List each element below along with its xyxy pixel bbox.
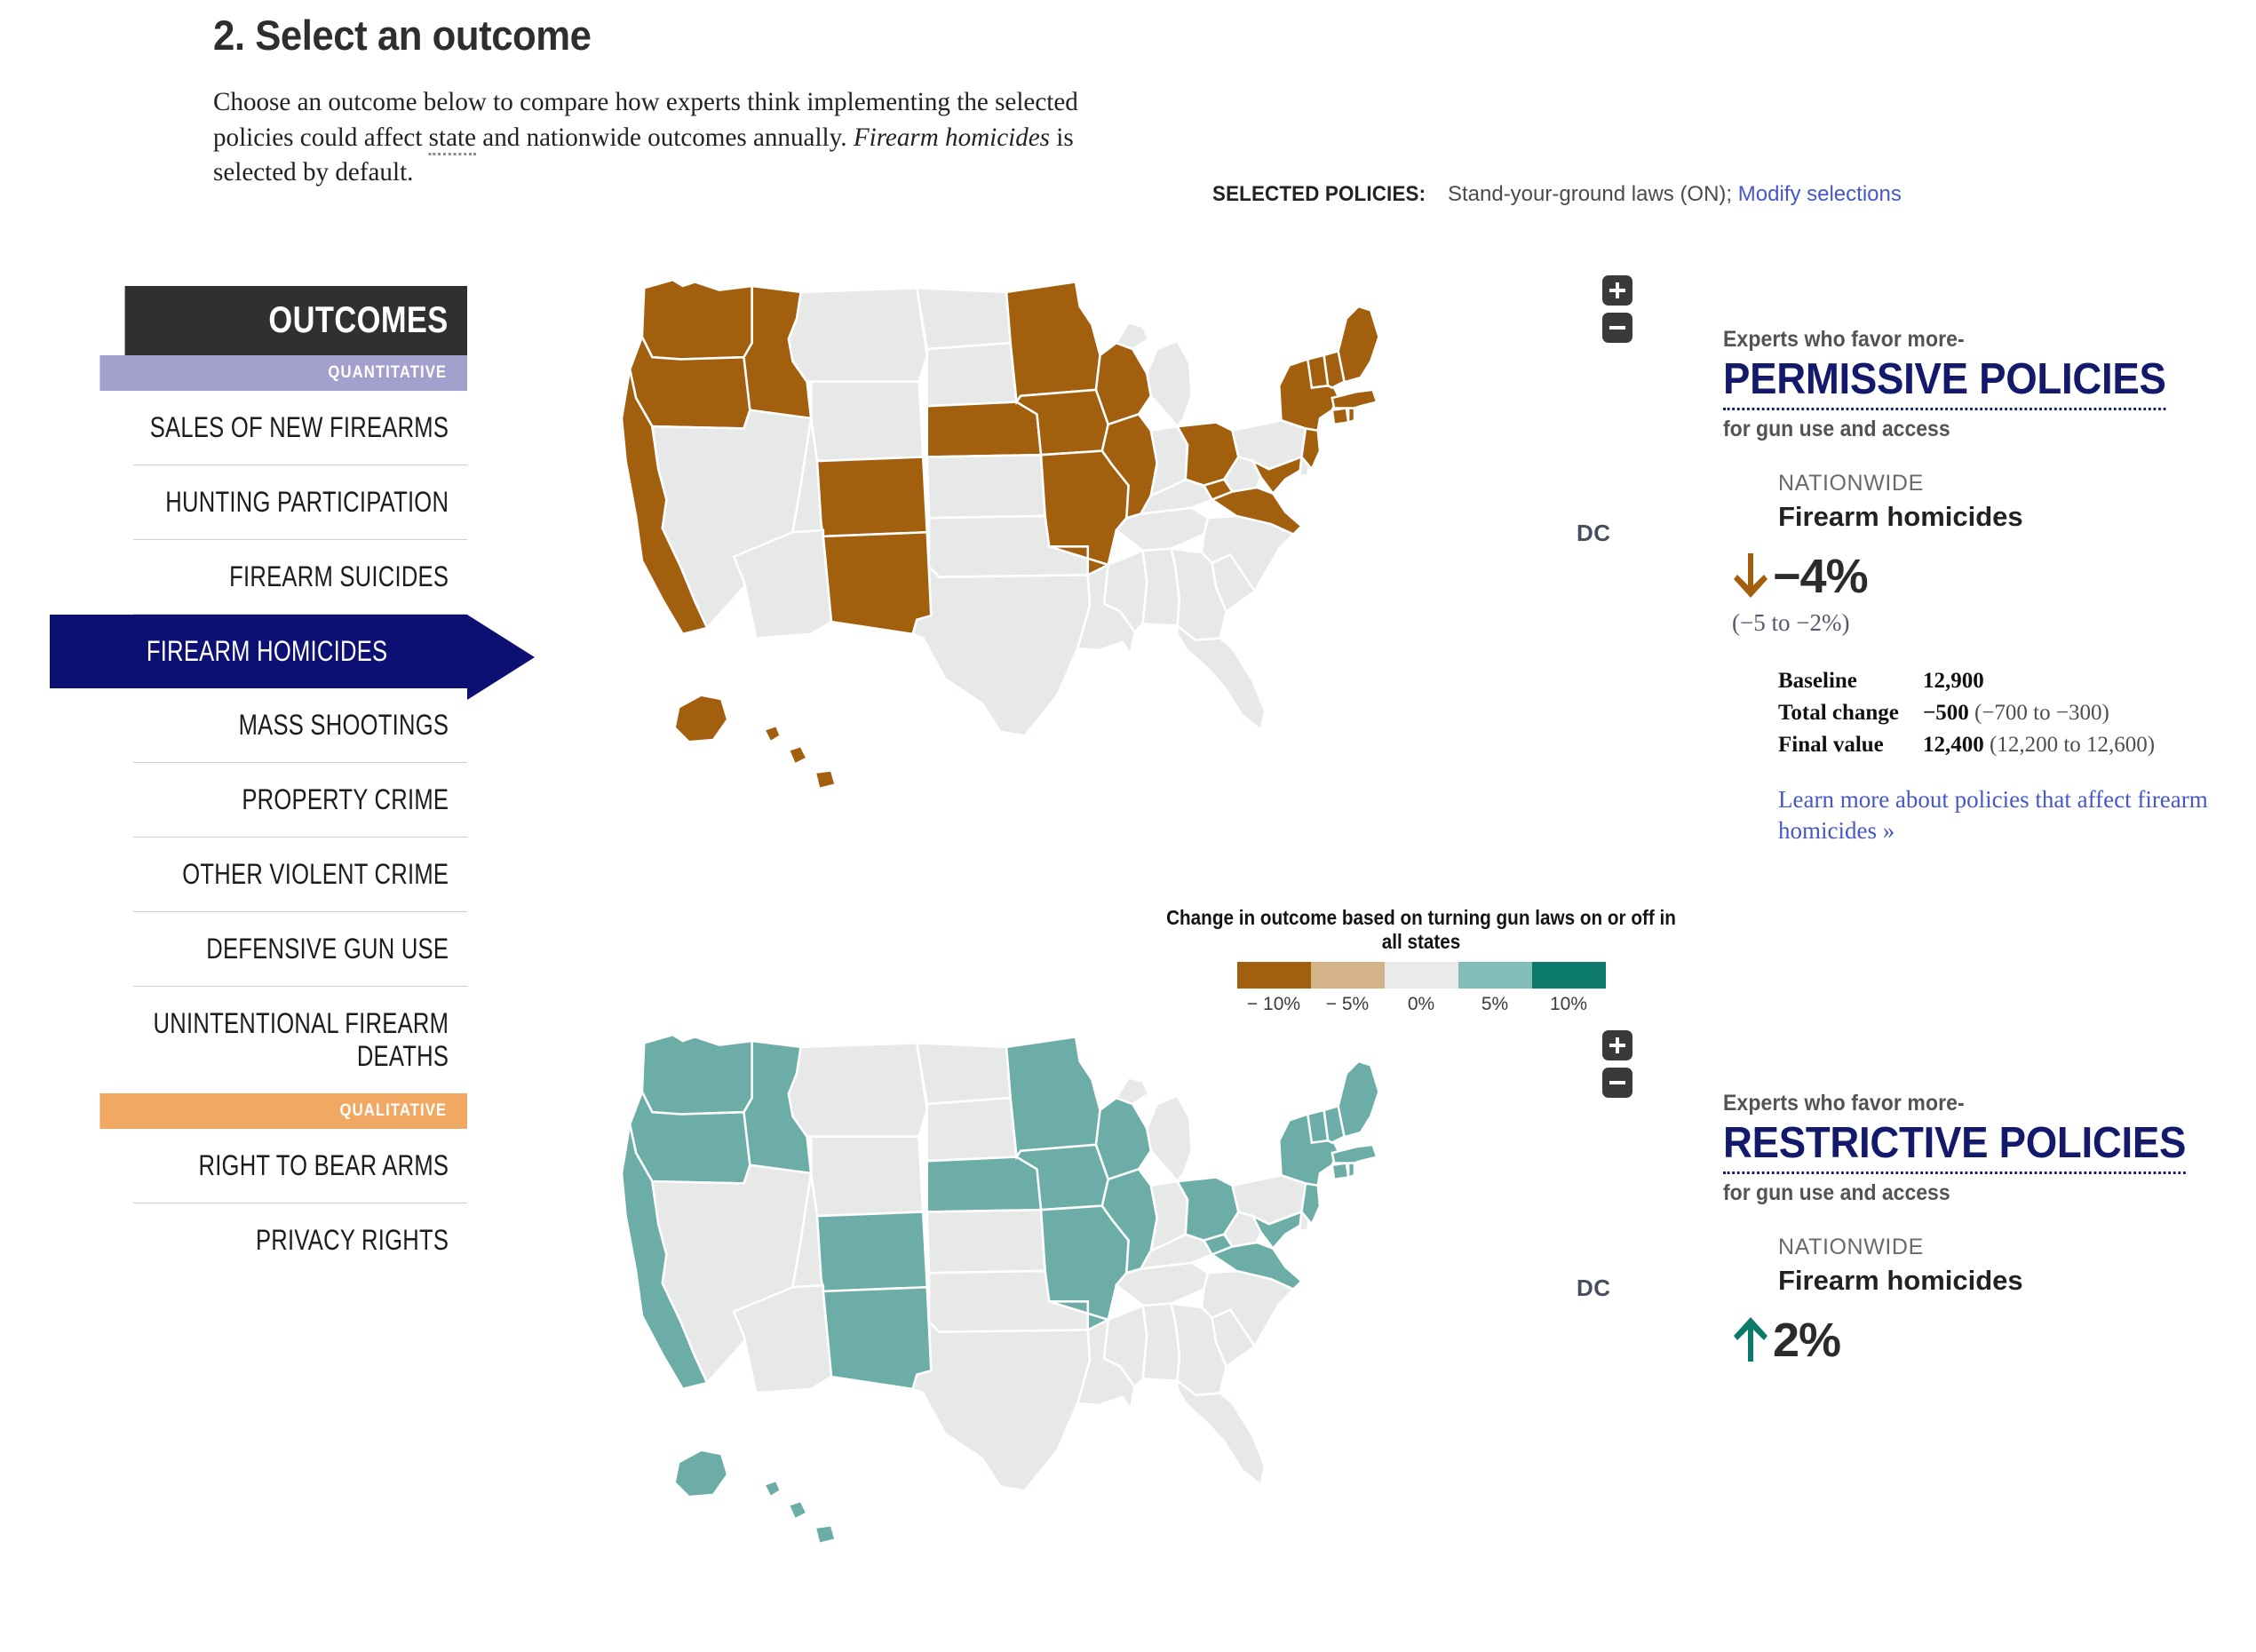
zoom-out-button-2[interactable]: [1602, 1068, 1632, 1098]
sidebar-item-firearm-suicides[interactable]: FIREARM SUICIDES: [133, 540, 467, 615]
sidebar-item-property-crime[interactable]: PROPERTY CRIME: [133, 763, 467, 838]
sidebar-item-mass-shootings[interactable]: MASS SHOOTINGS: [133, 688, 467, 763]
state-shapes[interactable]: [622, 278, 1380, 790]
stats-row-final-value: Final value 12,400 (12,200 to 12,600): [1778, 733, 2256, 758]
legend-tick-3: 5%: [1481, 994, 1509, 1014]
legend-swatch-3: [1458, 962, 1532, 989]
panel-title: PERMISSIVE POLICIES: [1723, 354, 2166, 410]
legend-swatch-0: [1236, 962, 1311, 989]
sidebar-item-defensive-gun-use[interactable]: DEFENSIVE GUN USE: [133, 912, 467, 987]
us-map-svg[interactable]: [622, 275, 1599, 897]
stats-row-baseline: Baseline 12,900: [1778, 669, 2256, 694]
panel-body-2: NATIONWIDE Firearm homicides 2%: [1734, 1235, 2256, 1368]
sidebar-band-qualitative: QUALITATIVE: [99, 1093, 467, 1129]
legend-swatch-1: [1310, 962, 1385, 989]
sidebar-item-firearm-homicides[interactable]: FIREARM HOMICIDES: [50, 615, 535, 700]
zoom-in-button-2[interactable]: [1602, 1030, 1632, 1060]
map-zoom-controls[interactable]: [1602, 275, 1632, 350]
stats-value: 12,900: [1923, 669, 1984, 693]
legend-tick-4: 10%: [1549, 994, 1588, 1014]
legend-swatches: [1128, 962, 1714, 989]
panel-stats-table: Baseline 12,900 Total change −500 (−700 …: [1778, 669, 2256, 758]
restrictive-policies-panel: Experts who favor more- RESTRICTIVE POLI…: [1723, 1091, 2256, 1368]
sidebar-item-privacy-rights[interactable]: PRIVACY RIGHTS: [133, 1203, 467, 1277]
legend-swatch-4: [1531, 962, 1606, 989]
outcomes-sidebar: OUTCOMES QUANTITATIVE SALES OF NEW FIREA…: [50, 286, 535, 1277]
selected-policies-value: Stand-your-ground laws (ON);: [1447, 182, 1733, 206]
panel-scope-label: NATIONWIDE: [1778, 471, 1924, 496]
panel-body: NATIONWIDE Firearm homicides −4% (−5 to …: [1732, 471, 2256, 846]
learn-more-link[interactable]: Learn more about policies that affect fi…: [1778, 784, 2256, 846]
us-map-restrictive[interactable]: [622, 1030, 1632, 1652]
dc-label-map2: DC: [1577, 1275, 1611, 1301]
panel-percent-change: −4%: [1773, 550, 1869, 603]
panel-percent-change-2: 2%: [1773, 1314, 1841, 1367]
panel-percent-range: (−5 to −2%): [1732, 609, 1850, 636]
arrow-down-icon: [1732, 552, 1773, 601]
dc-label-map1: DC: [1577, 520, 1611, 546]
legend-title: Change in outcome based on turning gun l…: [1166, 906, 1676, 953]
panel-eyebrow: Experts who favor more-: [1723, 327, 1965, 352]
sidebar-band-quantitative: QUANTITATIVE: [99, 355, 467, 391]
intro-text-part2: and nationwide outcomes annually.: [476, 122, 854, 152]
stats-key: Total change: [1778, 701, 1899, 725]
sidebar-item-right-to-bear-arms[interactable]: RIGHT TO BEAR ARMS: [133, 1129, 467, 1203]
stats-key: Final value: [1778, 733, 1884, 757]
state-shapes-2[interactable]: [622, 1033, 1380, 1545]
intro-emphasis: Firearm homicides: [853, 122, 1051, 152]
selected-policies-bar: SELECTED POLICIES: Stand-your-ground law…: [1212, 182, 1902, 207]
legend-tick-0: − 10%: [1246, 994, 1301, 1014]
sidebar-heading: OUTCOMES: [124, 286, 467, 355]
legend-tick-1: − 5%: [1325, 994, 1370, 1014]
legend-swatch-2: [1384, 962, 1458, 989]
stats-key: Baseline: [1778, 669, 1857, 693]
legend-ticks: − 10% − 5% 0% 5% 10%: [1128, 994, 1714, 1015]
modify-selections-link[interactable]: Modify selections: [1738, 182, 1902, 206]
panel-subtitle: for gun use and access: [1723, 417, 1950, 441]
stats-value: 12,400 (12,200 to 12,600): [1923, 733, 2156, 757]
panel-title-2: RESTRICTIVE POLICIES: [1723, 1118, 2186, 1174]
map-zoom-controls-2[interactable]: [1602, 1030, 1632, 1105]
legend-tick-2: 0%: [1407, 994, 1435, 1014]
sidebar-item-label: FIREARM HOMICIDES: [146, 635, 387, 667]
sidebar-item-hunting-participation[interactable]: HUNTING PARTICIPATION: [133, 465, 467, 540]
panel-change-2: 2%: [1732, 1313, 2256, 1368]
sidebar-item-other-violent-crime[interactable]: OTHER VIOLENT CRIME: [133, 838, 467, 912]
intro-dotted-term[interactable]: state: [428, 122, 477, 155]
us-map-permissive[interactable]: [622, 275, 1632, 897]
stats-value: −500 (−700 to −300): [1923, 701, 2109, 725]
selected-policies-label: SELECTED POLICIES:: [1212, 182, 1426, 206]
panel-outcome-name-2: Firearm homicides: [1778, 1265, 2023, 1296]
panel-scope-label-2: NATIONWIDE: [1778, 1235, 1924, 1259]
intro-paragraph: Choose an outcome below to compare how e…: [213, 84, 1126, 190]
page-title: 2. Select an outcome: [213, 12, 592, 59]
stats-row-total-change: Total change −500 (−700 to −300): [1778, 701, 2256, 726]
us-map-svg-2[interactable]: [622, 1030, 1599, 1652]
arrow-up-icon: [1732, 1315, 1773, 1365]
panel-outcome-name: Firearm homicides: [1778, 501, 2023, 532]
map-legend: Change in outcome based on turning gun l…: [1128, 906, 1714, 1015]
zoom-in-button[interactable]: [1602, 275, 1632, 306]
permissive-policies-panel: Experts who favor more- PERMISSIVE POLIC…: [1723, 327, 2256, 846]
zoom-out-button[interactable]: [1602, 313, 1632, 343]
sidebar-item-sales-of-new-firearms[interactable]: SALES OF NEW FIREARMS: [133, 391, 467, 465]
sidebar-item-unintentional-firearm-deaths[interactable]: UNINTENTIONAL FIREARM DEATHS: [133, 987, 467, 1093]
panel-eyebrow-2: Experts who favor more-: [1723, 1091, 1965, 1116]
panel-subtitle-2: for gun use and access: [1723, 1180, 1950, 1205]
page-header: 2. Select an outcome Choose an outcome b…: [213, 0, 2238, 190]
panel-change: −4%: [1732, 549, 2256, 604]
